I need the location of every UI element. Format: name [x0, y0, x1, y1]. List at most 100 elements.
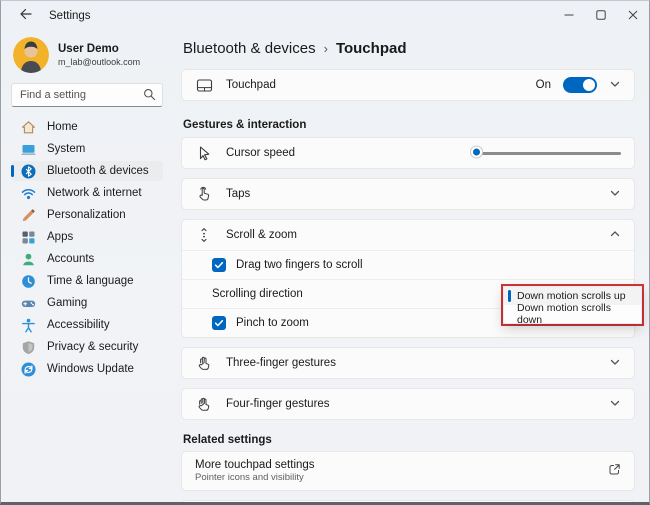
chevron-up-icon[interactable] — [609, 228, 621, 243]
sidebar-item-accounts[interactable]: Accounts — [11, 249, 163, 269]
personalization-icon — [21, 208, 36, 223]
user-name: User Demo — [58, 42, 140, 56]
slider-track[interactable] — [476, 152, 621, 155]
chevron-down-icon[interactable] — [609, 187, 621, 202]
touchpad-row[interactable]: Touchpad On — [182, 70, 634, 100]
sidebar-item-gaming[interactable]: Gaming — [11, 293, 163, 313]
accounts-icon — [21, 252, 36, 267]
drag-two-fingers-label: Drag two fingers to scroll — [236, 259, 363, 271]
dropdown-option-label: Down motion scrolls up — [517, 290, 626, 302]
cursor-speed-slider-thumb[interactable] — [470, 145, 483, 158]
sidebar-item-label: Accounts — [47, 253, 94, 265]
scroll-icon — [195, 226, 213, 244]
close-button[interactable] — [617, 1, 649, 31]
advanced-gestures-row[interactable]: Advanced gestures — [182, 501, 634, 505]
avatar — [13, 37, 49, 73]
dropdown-option-scrolls-down[interactable]: Down motion scrolls down — [504, 305, 641, 323]
app-title: Settings — [49, 10, 91, 22]
dropdown-option-label: Down motion scrolls down — [517, 302, 633, 326]
sidebar-item-label: Home — [47, 121, 78, 133]
app-body: User Demo m_lab@outlook.com Home System — [1, 31, 649, 502]
maximize-icon — [596, 7, 606, 25]
minimize-button[interactable] — [553, 1, 585, 31]
windows-update-icon — [21, 362, 36, 377]
gestures-section-label: Gestures & interaction — [183, 119, 635, 131]
sidebar-nav: Home System Bluetooth & devices Network … — [11, 117, 163, 379]
page-title: Touchpad — [336, 40, 407, 57]
chevron-down-icon[interactable] — [609, 397, 621, 412]
sidebar-item-apps[interactable]: Apps — [11, 227, 163, 247]
check-icon — [214, 260, 224, 270]
cursor-speed-slider[interactable] — [476, 145, 621, 161]
sidebar-item-label: Personalization — [47, 209, 126, 221]
sidebar-item-home[interactable]: Home — [11, 117, 163, 137]
network-icon — [21, 186, 36, 201]
more-touchpad-label: More touchpad settings — [195, 459, 315, 471]
three-finger-gesture-icon — [195, 354, 213, 372]
check-icon — [214, 318, 224, 328]
breadcrumb-separator: › — [324, 40, 328, 56]
breadcrumb: Bluetooth & devices › Touchpad — [183, 37, 635, 59]
main-content: Bluetooth & devices › Touchpad Touchpad … — [173, 31, 649, 502]
taps-row[interactable]: Taps — [182, 179, 634, 209]
sidebar-item-bluetooth-devices[interactable]: Bluetooth & devices — [11, 161, 163, 181]
sidebar-item-privacy-security[interactable]: Privacy & security — [11, 337, 163, 357]
user-email: m_lab@outlook.com — [58, 57, 140, 68]
four-finger-card: Four-finger gestures — [181, 388, 635, 420]
three-finger-label: Three-finger gestures — [226, 357, 336, 369]
breadcrumb-parent[interactable]: Bluetooth & devices — [183, 40, 316, 57]
sidebar-item-label: Accessibility — [47, 319, 110, 331]
three-finger-card: Three-finger gestures — [181, 347, 635, 379]
back-button[interactable] — [11, 4, 39, 28]
privacy-icon — [21, 340, 36, 355]
touchpad-toggle[interactable] — [563, 77, 597, 93]
search-input[interactable] — [11, 83, 163, 107]
sidebar-item-system[interactable]: System — [11, 139, 163, 159]
scroll-zoom-label: Scroll & zoom — [226, 229, 297, 241]
advanced-gestures-card: Advanced gestures — [181, 500, 635, 505]
sidebar-item-label: System — [47, 143, 85, 155]
drag-two-fingers-row: Drag two fingers to scroll — [182, 250, 634, 279]
maximize-button[interactable] — [585, 1, 617, 31]
drag-two-fingers-checkbox[interactable] — [212, 258, 226, 272]
sidebar-item-personalization[interactable]: Personalization — [11, 205, 163, 225]
sidebar-item-windows-update[interactable]: Windows Update — [11, 359, 163, 379]
search-box — [11, 83, 163, 107]
chevron-down-icon[interactable] — [609, 356, 621, 371]
taps-label: Taps — [226, 188, 250, 200]
close-icon — [628, 7, 638, 25]
user-profile[interactable]: User Demo m_lab@outlook.com — [13, 37, 163, 73]
titlebar: Settings — [1, 1, 649, 31]
sidebar-item-accessibility[interactable]: Accessibility — [11, 315, 163, 335]
sidebar-item-network-internet[interactable]: Network & internet — [11, 183, 163, 203]
cursor-speed-row: Cursor speed — [182, 138, 634, 168]
sidebar-item-label: Gaming — [47, 297, 87, 309]
pinch-to-zoom-checkbox[interactable] — [212, 316, 226, 330]
sidebar-item-label: Apps — [47, 231, 73, 243]
touchpad-icon — [195, 76, 213, 94]
four-finger-row[interactable]: Four-finger gestures — [182, 389, 634, 419]
sidebar-item-time-language[interactable]: Time & language — [11, 271, 163, 291]
settings-window: Settings — [0, 0, 650, 505]
touchpad-label: Touchpad — [226, 79, 276, 91]
scroll-zoom-card: Scroll & zoom Drag two fingers to scroll… — [181, 219, 635, 338]
back-arrow-icon — [18, 7, 32, 26]
toggle-knob — [583, 79, 595, 91]
three-finger-row[interactable]: Three-finger gestures — [182, 348, 634, 378]
search-icon — [143, 88, 156, 106]
cursor-speed-label: Cursor speed — [226, 147, 295, 159]
more-touchpad-sublabel: Pointer icons and visibility — [195, 472, 315, 483]
touchpad-toggle-state: On — [536, 79, 551, 91]
system-icon — [21, 142, 36, 157]
scroll-zoom-header-row[interactable]: Scroll & zoom — [182, 220, 634, 250]
apps-icon — [21, 230, 36, 245]
more-touchpad-card: More touchpad settings Pointer icons and… — [181, 451, 635, 491]
taps-card: Taps — [181, 178, 635, 210]
external-link-icon — [608, 463, 621, 479]
chevron-down-icon[interactable] — [609, 78, 621, 93]
more-touchpad-row[interactable]: More touchpad settings Pointer icons and… — [182, 452, 634, 490]
home-icon — [21, 120, 36, 135]
sidebar-item-label: Bluetooth & devices — [47, 165, 149, 177]
cursor-icon — [195, 144, 213, 162]
sidebar: User Demo m_lab@outlook.com Home System — [1, 31, 173, 502]
